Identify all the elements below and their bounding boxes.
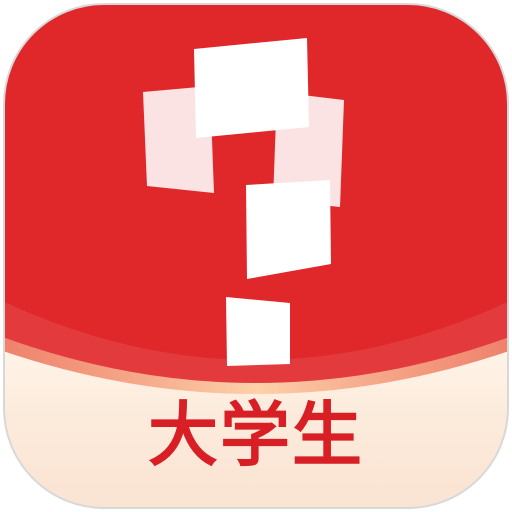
logo-card-top bbox=[194, 38, 309, 138]
app-label: 大学生 bbox=[148, 394, 364, 476]
app-icon-canvas: 大学生 bbox=[0, 0, 512, 512]
logo-card-middle bbox=[246, 180, 331, 279]
logo-card-dot bbox=[226, 297, 290, 366]
